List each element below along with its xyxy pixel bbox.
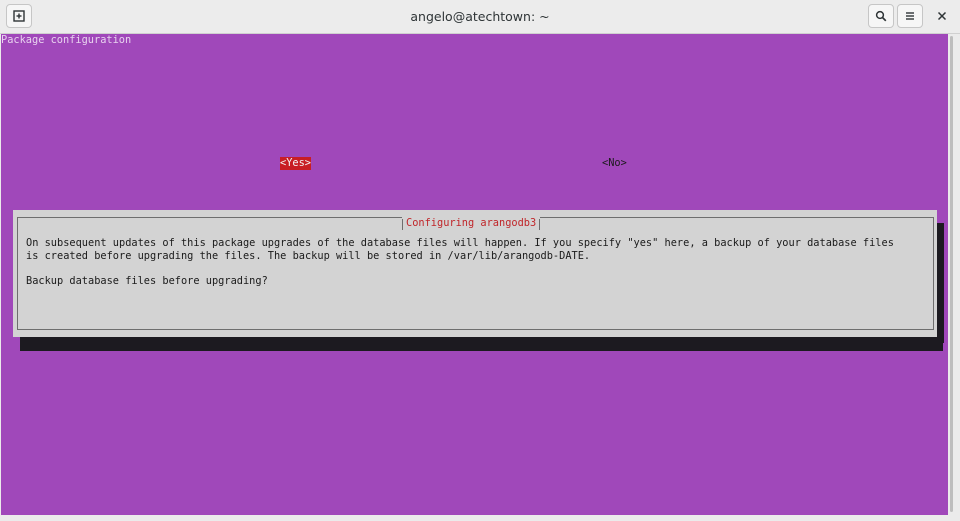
dialog-shadow-right [937, 223, 944, 343]
scrollbar-thumb[interactable] [950, 36, 953, 512]
dialog-title: Configuring arangodb3 [402, 217, 541, 231]
window-titlebar: angelo@atechtown: ~ [0, 0, 960, 34]
search-icon [875, 10, 887, 22]
close-icon [937, 11, 947, 21]
configuration-dialog: Configuring arangodb3 On subsequent upda… [13, 210, 937, 337]
dialog-message-line-1: On subsequent updates of this package up… [26, 237, 894, 249]
dialog-frame: Configuring arangodb3 [17, 217, 934, 330]
dialog-shadow-bottom [20, 336, 943, 351]
no-button[interactable]: <No> [602, 157, 627, 170]
hamburger-menu-icon [906, 12, 914, 20]
yes-button[interactable]: <Yes> [280, 157, 311, 170]
package-configuration-header: Package configuration [1, 34, 132, 46]
terminal-area[interactable]: Package configuration Configuring arango… [1, 34, 948, 515]
menu-button[interactable] [897, 4, 923, 28]
close-button[interactable] [932, 6, 952, 26]
search-button[interactable] [868, 4, 894, 28]
dialog-question: Backup database files before upgrading? [26, 275, 268, 287]
window-title: angelo@atechtown: ~ [410, 9, 550, 24]
window-bottom-edge [0, 515, 960, 521]
dialog-message-line-2: is created before upgrading the files. T… [26, 249, 591, 262]
